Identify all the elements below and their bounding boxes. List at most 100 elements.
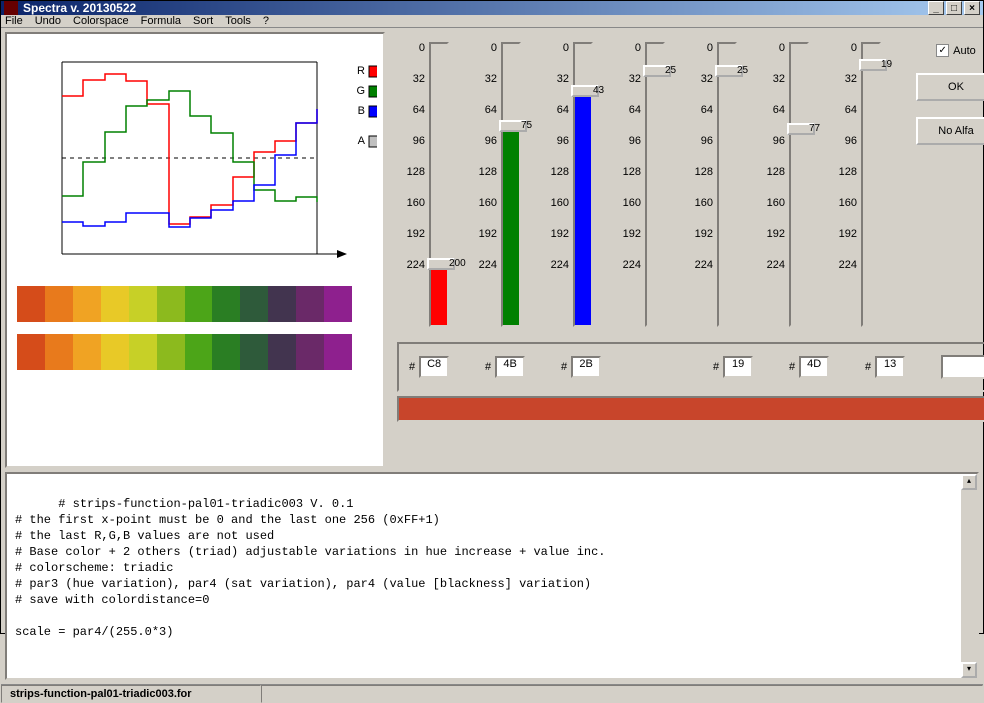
window-controls: _ □ ×: [928, 1, 980, 15]
tick-label: 96: [471, 135, 497, 147]
slider-track[interactable]: [429, 42, 449, 327]
scroll-up-icon[interactable]: ▴: [961, 474, 977, 490]
upper-section: R G B A 0 32 64 96 128 160 192 224 200 0 32 64 96 128: [5, 32, 979, 468]
slider-value-label: 77: [809, 123, 820, 134]
script-content: # strips-function-pal01-triadic003 V. 0.…: [15, 497, 606, 639]
app-icon: [4, 1, 18, 15]
hex-input-5[interactable]: 4D: [799, 356, 829, 378]
auto-checkbox[interactable]: ✓ Auto: [936, 44, 976, 57]
right-panel: 0326496128160192224200032649612816019222…: [395, 32, 984, 468]
tick-label: 224: [615, 259, 641, 271]
tick-label: 32: [615, 73, 641, 85]
tick-label: 64: [615, 104, 641, 116]
content: R G B A 0 32 64 96 128 160 192 224 200 0 32 64 96 128: [1, 28, 983, 684]
slider-3[interactable]: 0 32 64 96 128 160 192 224 25: [613, 34, 681, 338]
hex-cell-4: #19: [713, 356, 781, 378]
menu-file[interactable]: File: [5, 15, 23, 27]
hex-input-6[interactable]: 13: [875, 356, 905, 378]
maximize-button[interactable]: □: [946, 1, 962, 15]
tick-label: 64: [399, 104, 425, 116]
tick-label: 192: [687, 228, 713, 240]
scroll-down-icon[interactable]: ▾: [961, 662, 977, 678]
slider-5[interactable]: 032649612816019222477: [757, 34, 825, 338]
tick-label: 192: [615, 228, 641, 240]
close-button[interactable]: ×: [964, 1, 980, 15]
slider-1[interactable]: 032649612816019222475: [469, 34, 537, 338]
tick-label: 160: [471, 197, 497, 209]
tick-label: 0: [759, 42, 785, 54]
tick-label: 96: [687, 135, 713, 147]
minimize-button[interactable]: _: [928, 1, 944, 15]
rgb-graph: R G B A: [17, 44, 377, 274]
left-panel: R G B A: [5, 32, 385, 468]
window-title: Spectra v. 20130522: [23, 1, 928, 15]
hex-prefix: #: [713, 361, 719, 373]
slider-track[interactable]: [501, 42, 521, 327]
menu-colorspace[interactable]: Colorspace: [73, 15, 129, 27]
hex-color-swatch: [941, 355, 984, 379]
slider-track[interactable]: [861, 42, 881, 327]
slider-value-label: 75: [521, 120, 532, 131]
tick-label: 32: [543, 73, 569, 85]
script-textarea[interactable]: # strips-function-pal01-triadic003 V. 0.…: [5, 472, 979, 680]
menu-sort[interactable]: Sort: [193, 15, 213, 27]
tick-label: 64: [831, 104, 857, 116]
slider-track[interactable]: [645, 42, 665, 327]
status-file: strips-function-pal01-triadic003.for: [1, 685, 261, 703]
slider-value-label: 200: [449, 258, 466, 269]
slider-track[interactable]: [717, 42, 737, 327]
tick-label: 128: [471, 166, 497, 178]
tick-label: 96: [831, 135, 857, 147]
tick-label: 0: [399, 42, 425, 54]
tick-label: 224: [759, 259, 785, 271]
tick-label: 128: [759, 166, 785, 178]
hex-input-0[interactable]: C8: [419, 356, 449, 378]
slider-6[interactable]: 032649612816019222419: [829, 34, 897, 338]
tick-label: 192: [831, 228, 857, 240]
slider-track[interactable]: [573, 42, 593, 327]
slider-fill: [431, 264, 447, 325]
menu-undo[interactable]: Undo: [35, 15, 61, 27]
tick-label: 0: [687, 42, 713, 54]
hex-prefix: #: [409, 361, 415, 373]
noalfa-button[interactable]: No Alfa: [916, 117, 984, 145]
tick-label: 160: [543, 197, 569, 209]
vertical-scrollbar[interactable]: ▴ ▾: [961, 474, 977, 678]
tick-label: 96: [543, 135, 569, 147]
slider-2[interactable]: 032649612816019222443: [541, 34, 609, 338]
slider-track[interactable]: [789, 42, 809, 327]
menu-help[interactable]: ?: [263, 15, 269, 27]
tick-label: 32: [399, 73, 425, 85]
sliders-row: 0326496128160192224200032649612816019222…: [395, 32, 984, 340]
hex-prefix: #: [485, 361, 491, 373]
hex-input-2[interactable]: 2B: [571, 356, 601, 378]
tick-label: 32: [759, 73, 785, 85]
tick-label: 0: [615, 42, 641, 54]
tick-label: 224: [831, 259, 857, 271]
status-empty: [261, 685, 983, 703]
menu-formula[interactable]: Formula: [141, 15, 181, 27]
tick-label: 32: [471, 73, 497, 85]
slider-0[interactable]: 0326496128160192224200: [397, 34, 465, 338]
hex-input-4[interactable]: 19: [723, 356, 753, 378]
tick-label: 0: [831, 42, 857, 54]
tick-label: 128: [831, 166, 857, 178]
tick-label: 160: [615, 197, 641, 209]
tick-label: 128: [687, 166, 713, 178]
slider-value-label: 25: [665, 65, 676, 76]
tick-label: 192: [399, 228, 425, 240]
hex-cell-6: #13: [865, 356, 933, 378]
hex-input-1[interactable]: 4B: [495, 356, 525, 378]
ok-button[interactable]: OK: [916, 73, 984, 101]
slider-4[interactable]: 032649612816019222425: [685, 34, 753, 338]
titlebar: Spectra v. 20130522 _ □ ×: [1, 1, 983, 15]
slider-value-label: 19: [881, 59, 892, 70]
tick-label: 160: [687, 197, 713, 209]
gradient-strip-2: [17, 334, 352, 370]
tick-label: 0: [471, 42, 497, 54]
menu-tools[interactable]: Tools: [225, 15, 251, 27]
tick-label: 96: [615, 135, 641, 147]
tick-label: 128: [615, 166, 641, 178]
statusbar: strips-function-pal01-triadic003.for: [1, 684, 983, 703]
tick-label: 192: [759, 228, 785, 240]
